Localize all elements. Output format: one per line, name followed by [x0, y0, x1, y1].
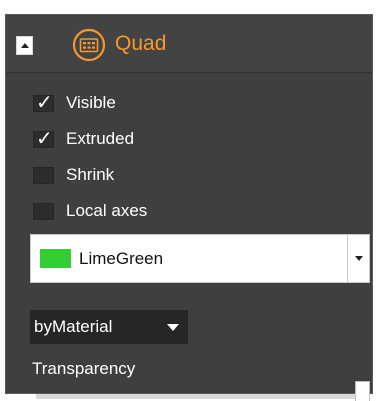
transparency-slider[interactable] [36, 381, 370, 401]
chevron-up-icon [20, 43, 29, 48]
shrink-label: Shrink [66, 165, 115, 184]
checkmark-icon: ✓ [36, 89, 53, 114]
chevron-down-icon [354, 256, 363, 261]
color-swatch [40, 249, 71, 268]
color-dropdown[interactable]: LimeGreen [30, 234, 370, 283]
color-mode-dropdown-arrow[interactable] [158, 310, 188, 344]
panel-title: Quad [115, 32, 167, 55]
local-axes-checkbox[interactable] [33, 202, 54, 220]
visible-checkbox-row[interactable]: ✓ Visible [33, 90, 116, 115]
transparency-label: Transparency [32, 359, 136, 378]
shrink-checkbox[interactable] [33, 166, 54, 184]
extruded-label: Extruded [66, 129, 135, 148]
color-mode-dropdown[interactable]: byMaterial [30, 310, 188, 344]
chevron-down-icon [167, 323, 179, 331]
local-axes-label: Local axes [66, 201, 148, 220]
panel-header: Quad [6, 15, 372, 73]
quad-icon [72, 28, 106, 62]
extruded-checkbox[interactable]: ✓ [33, 126, 54, 150]
quad-properties-panel: Quad ✓ Visible ✓ Extruded Shrink Local a… [5, 14, 373, 401]
visible-checkbox[interactable]: ✓ [33, 90, 54, 114]
collapse-button[interactable] [16, 36, 33, 55]
transparency-slider-thumb[interactable] [355, 381, 370, 401]
color-dropdown-value: LimeGreen [79, 249, 164, 268]
color-mode-value: byMaterial [34, 317, 113, 336]
visible-label: Visible [66, 93, 116, 112]
extruded-checkbox-row[interactable]: ✓ Extruded [33, 126, 135, 151]
shrink-checkbox-row[interactable]: Shrink [33, 163, 114, 187]
checkmark-icon: ✓ [36, 125, 53, 150]
color-dropdown-arrow[interactable] [347, 235, 369, 282]
transparency-slider-track[interactable] [36, 394, 355, 399]
local-axes-checkbox-row[interactable]: Local axes [33, 199, 147, 223]
